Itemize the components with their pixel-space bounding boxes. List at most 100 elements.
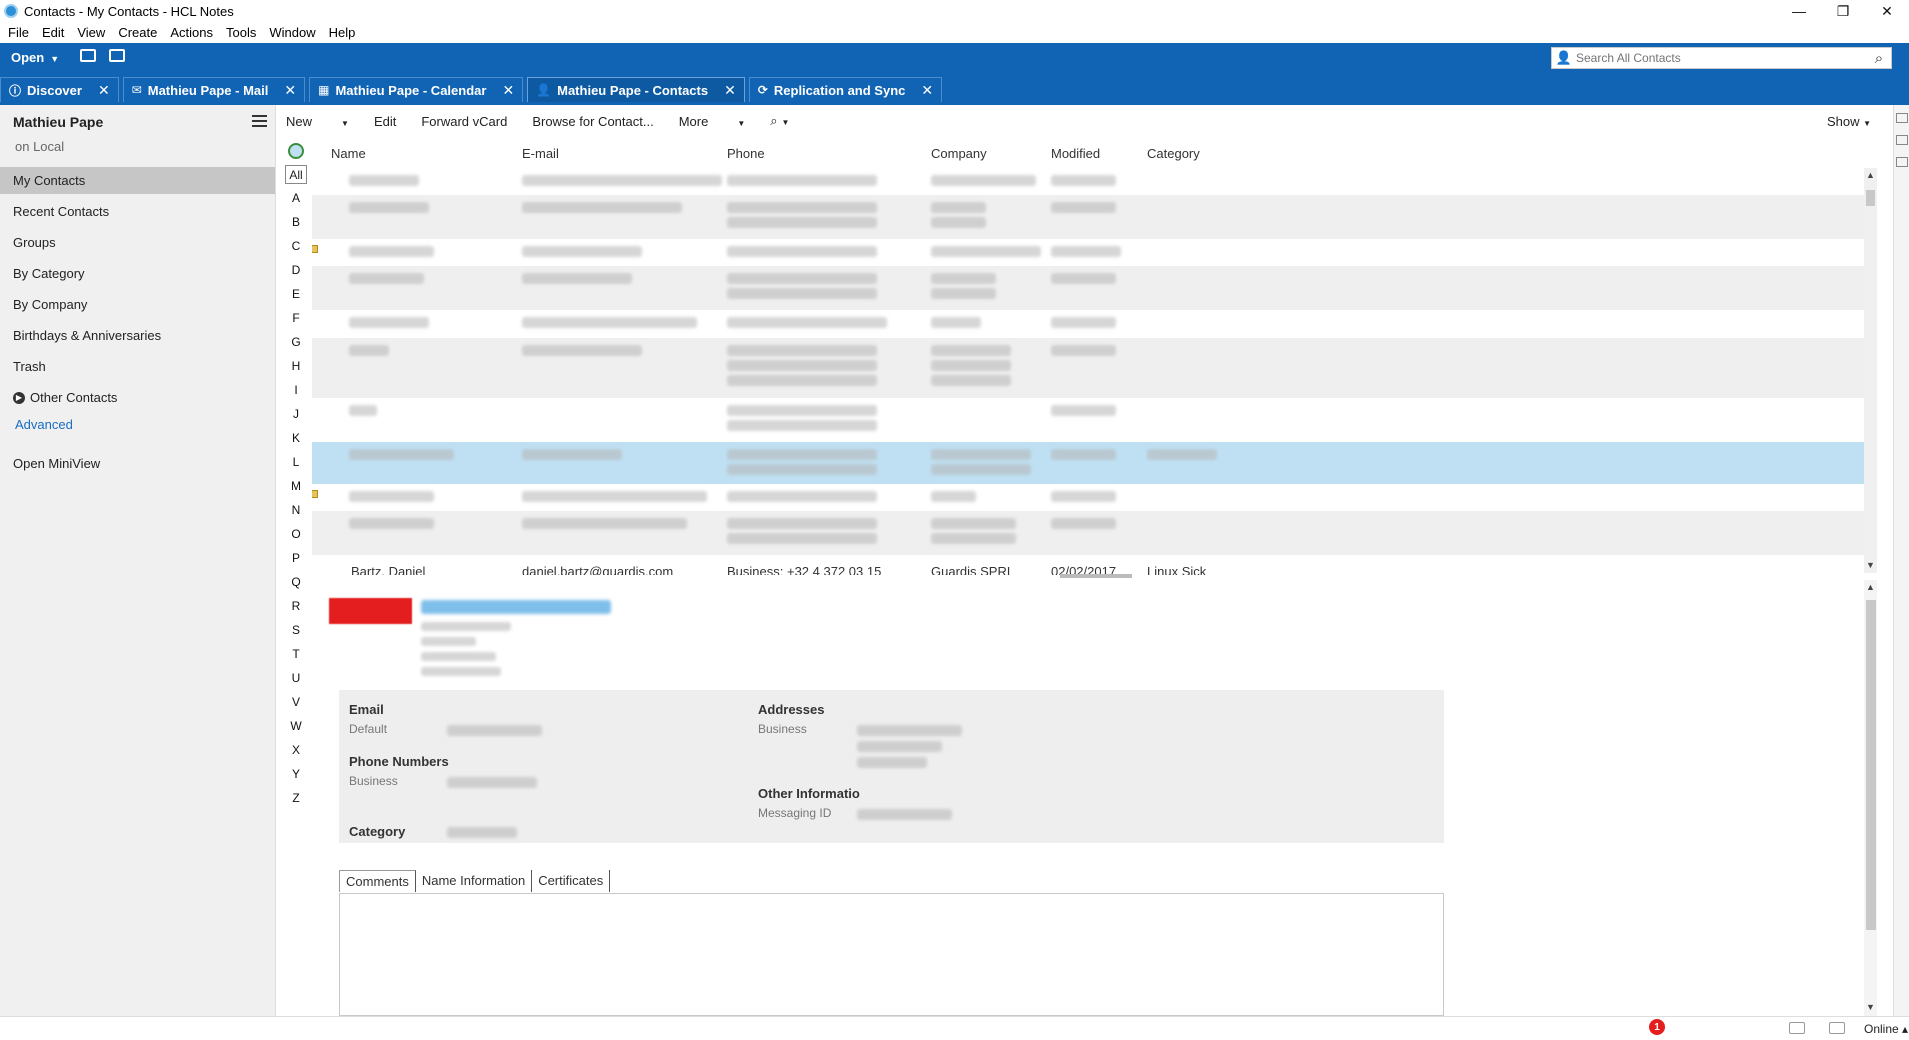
minimize-button[interactable]: — <box>1777 0 1821 22</box>
advanced-link[interactable]: Advanced <box>15 417 73 432</box>
column-company[interactable]: Company <box>931 146 987 161</box>
open-miniview-link[interactable]: Open MiniView <box>13 456 100 471</box>
chat-icon[interactable] <box>1896 113 1908 123</box>
tab-certificates[interactable]: Certificates <box>532 870 611 892</box>
column-category[interactable]: Category <box>1147 146 1200 161</box>
menu-view[interactable]: View <box>77 25 105 40</box>
browse-contact-button[interactable]: Browse for Contact... <box>532 114 653 129</box>
menu-file[interactable]: File <box>8 25 29 40</box>
alpha-letter-r[interactable]: R <box>285 594 307 618</box>
scroll-up-icon[interactable]: ▲ <box>1866 170 1875 180</box>
alpha-letter-l[interactable]: L <box>285 450 307 474</box>
menu-edit[interactable]: Edit <box>42 25 64 40</box>
menu-help[interactable]: Help <box>329 25 356 40</box>
notification-badge[interactable]: 1 <box>1649 1019 1665 1035</box>
sametime-icon[interactable] <box>1896 157 1908 167</box>
new-button[interactable]: New ▼ <box>286 114 349 129</box>
alpha-letter-b[interactable]: B <box>285 210 307 234</box>
edit-button[interactable]: Edit <box>374 114 396 129</box>
menu-create[interactable]: Create <box>118 25 157 40</box>
email-value[interactable] <box>447 725 542 736</box>
alpha-letter-e[interactable]: E <box>285 282 307 306</box>
online-status[interactable]: Online ▴ <box>1864 1022 1908 1036</box>
alpha-letter-q[interactable]: Q <box>285 570 307 594</box>
close-window-button[interactable]: ✕ <box>1865 0 1909 22</box>
search-view-button[interactable]: ⌕ ▼ <box>770 113 789 129</box>
sidebar-item-my-contacts[interactable]: My Contacts <box>0 167 275 194</box>
sidebar-item-birthdays[interactable]: Birthdays & Anniversaries <box>0 322 275 349</box>
alpha-letter-x[interactable]: X <box>285 738 307 762</box>
comments-area[interactable] <box>339 893 1444 1016</box>
column-phone[interactable]: Phone <box>727 146 765 161</box>
person-icon[interactable]: 👤 <box>1552 50 1576 66</box>
menu-tools[interactable]: Tools <box>226 25 256 40</box>
close-icon[interactable]: ✕ <box>284 82 296 99</box>
alpha-letter-h[interactable]: H <box>285 354 307 378</box>
scrollbar-thumb[interactable] <box>1866 600 1876 930</box>
sidebar-item-other-contacts[interactable]: ▶ Other Contacts <box>0 384 275 411</box>
globe-icon[interactable] <box>288 143 304 159</box>
column-modified[interactable]: Modified <box>1051 146 1100 161</box>
alpha-letter-m[interactable]: M <box>285 474 307 498</box>
mail-icon[interactable] <box>80 49 96 62</box>
tab-contacts[interactable]: 👤 Mathieu Pape - Contacts ✕ <box>527 77 745 102</box>
scroll-down-icon[interactable]: ▼ <box>1866 1002 1875 1012</box>
more-button[interactable]: More ▼ <box>679 114 746 129</box>
menu-window[interactable]: Window <box>269 25 315 40</box>
alpha-letter-z[interactable]: Z <box>285 786 307 810</box>
scrollbar-thumb[interactable] <box>1866 190 1875 206</box>
alpha-letter-k[interactable]: K <box>285 426 307 450</box>
menu-actions[interactable]: Actions <box>170 25 213 40</box>
table-vertical-scrollbar[interactable]: ▲ ▼ <box>1864 168 1877 573</box>
sidebar-item-by-company[interactable]: By Company <box>0 291 275 318</box>
sidebar-item-trash[interactable]: Trash <box>0 353 275 380</box>
column-email[interactable]: E-mail <box>522 146 559 161</box>
alpha-letter-i[interactable]: I <box>285 378 307 402</box>
sidebar-item-by-category[interactable]: By Category <box>0 260 275 287</box>
scroll-down-icon[interactable]: ▼ <box>1866 560 1875 570</box>
alpha-letter-v[interactable]: V <box>285 690 307 714</box>
close-icon[interactable]: ✕ <box>502 82 514 99</box>
alpha-letter-j[interactable]: J <box>285 402 307 426</box>
alpha-letter-o[interactable]: O <box>285 522 307 546</box>
alpha-letter-a[interactable]: A <box>285 186 307 210</box>
alpha-letter-d[interactable]: D <box>285 258 307 282</box>
close-icon[interactable]: ✕ <box>724 82 736 99</box>
tab-mail[interactable]: ✉ Mathieu Pape - Mail ✕ <box>122 77 306 102</box>
tab-name-information[interactable]: Name Information <box>416 870 533 892</box>
alpha-letter-n[interactable]: N <box>285 498 307 522</box>
alpha-letter-t[interactable]: T <box>285 642 307 666</box>
scroll-up-icon[interactable]: ▲ <box>1866 582 1875 592</box>
horizontal-scrollbar[interactable] <box>1060 574 1132 578</box>
hamburger-menu-icon[interactable] <box>252 115 267 127</box>
alpha-all-button[interactable]: All <box>285 165 307 184</box>
alpha-letter-g[interactable]: G <box>285 330 307 354</box>
tab-replication[interactable]: ⟳ Replication and Sync ✕ <box>748 77 943 102</box>
sidebar-item-recent-contacts[interactable]: Recent Contacts <box>0 198 275 225</box>
search-input[interactable] <box>1576 51 1867 65</box>
alpha-letter-c[interactable]: C <box>285 234 307 258</box>
key-icon[interactable] <box>1789 1022 1805 1034</box>
tab-discover[interactable]: ⓘ Discover ✕ <box>0 77 119 102</box>
tab-comments[interactable]: Comments <box>339 870 416 892</box>
forward-vcard-button[interactable]: Forward vCard <box>421 114 507 129</box>
alpha-letter-u[interactable]: U <box>285 666 307 690</box>
network-icon[interactable] <box>1829 1022 1845 1034</box>
sidebar-item-groups[interactable]: Groups <box>0 229 275 256</box>
show-button[interactable]: Show ▼ <box>1827 114 1871 129</box>
alpha-letter-p[interactable]: P <box>285 546 307 570</box>
alpha-letter-y[interactable]: Y <box>285 762 307 786</box>
preview-vertical-scrollbar[interactable]: ▲ ▼ <box>1864 580 1877 1016</box>
alpha-letter-f[interactable]: F <box>285 306 307 330</box>
expand-arrow-icon[interactable]: ▶ <box>13 391 25 404</box>
column-name[interactable]: Name <box>331 146 366 161</box>
tab-calendar[interactable]: ▦ Mathieu Pape - Calendar ✕ <box>309 77 524 102</box>
calendar-icon[interactable] <box>109 49 125 62</box>
calendar-icon[interactable] <box>1896 135 1908 145</box>
open-button[interactable]: Open ▼ <box>11 50 59 65</box>
contact-name-link[interactable] <box>421 600 611 617</box>
search-icon[interactable]: ⌕ <box>1867 50 1891 67</box>
alpha-letter-s[interactable]: S <box>285 618 307 642</box>
alpha-letter-w[interactable]: W <box>285 714 307 738</box>
close-icon[interactable]: ✕ <box>921 82 933 99</box>
